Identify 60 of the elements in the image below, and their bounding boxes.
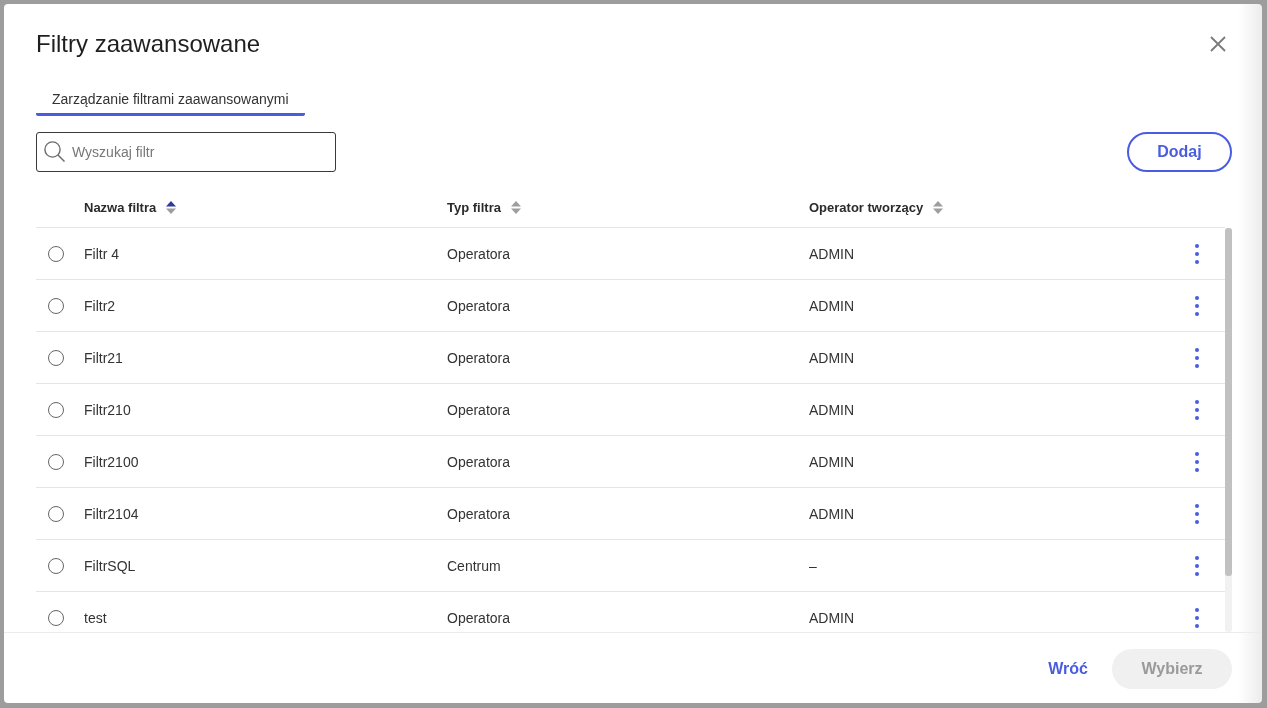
radio-button[interactable] <box>48 401 64 418</box>
table-cell: – <box>809 557 817 574</box>
table-cell: Operatora <box>447 453 511 470</box>
radio-button[interactable] <box>48 609 64 626</box>
table-cell: ADMIN <box>809 453 855 470</box>
table-cell: Filtr 4 <box>84 245 119 262</box>
table-cell: Operatora <box>447 245 511 262</box>
vertical-dots-icon <box>1195 295 1199 316</box>
table-cell: Filtr2104 <box>84 505 139 522</box>
table-cell: ADMIN <box>809 349 855 366</box>
vertical-dots-icon <box>1195 347 1199 368</box>
table-cell: ADMIN <box>809 505 855 522</box>
table-cell: Filtr2 <box>84 297 116 314</box>
table-cell: Filtr21 <box>84 349 123 366</box>
radio-button[interactable] <box>48 349 64 366</box>
table-cell: Operatora <box>447 505 511 522</box>
search-icon <box>44 141 65 162</box>
row-menu-button[interactable] <box>1195 503 1199 524</box>
vertical-dots-icon <box>1195 607 1199 628</box>
column-header: Typ filtra <box>447 200 501 215</box>
close-icon <box>1210 36 1226 52</box>
table-cell: ADMIN <box>809 609 855 626</box>
sort-icon[interactable] <box>166 201 177 214</box>
radio-button[interactable] <box>48 245 64 262</box>
table-cell: Operatora <box>447 349 511 366</box>
table-cell: Centrum <box>447 557 501 574</box>
table-cell: Operatora <box>447 401 511 418</box>
row-menu-button[interactable] <box>1195 295 1199 316</box>
table-cell: test <box>84 609 107 626</box>
radio-button[interactable] <box>48 505 64 522</box>
vertical-dots-icon <box>1195 399 1199 420</box>
close-button[interactable] <box>1210 36 1226 52</box>
table-cell: Operatora <box>447 609 511 626</box>
radio-button[interactable] <box>48 557 64 574</box>
column-header: Nazwa filtra <box>84 200 157 215</box>
back-button[interactable]: Wróć <box>1036 649 1100 689</box>
table-cell: ADMIN <box>809 245 855 262</box>
vertical-dots-icon <box>1195 243 1199 264</box>
column-header: Operator tworzący <box>809 200 924 215</box>
add-button[interactable]: Dodaj <box>1127 132 1232 172</box>
table-cell: ADMIN <box>809 297 855 314</box>
dialog-title: Filtry zaawansowane <box>36 30 261 58</box>
vertical-dots-icon <box>1195 503 1199 524</box>
row-menu-button[interactable] <box>1195 451 1199 472</box>
radio-button[interactable] <box>48 297 64 314</box>
row-menu-button[interactable] <box>1195 555 1199 576</box>
vertical-dots-icon <box>1195 451 1199 472</box>
table-cell: FiltrSQL <box>84 557 136 574</box>
tab[interactable]: Zarządzanie filtrami zaawansowanymi <box>36 84 305 116</box>
vertical-dots-icon <box>1195 555 1199 576</box>
row-menu-button[interactable] <box>1195 347 1199 368</box>
table-cell: Operatora <box>447 297 511 314</box>
row-menu-button[interactable] <box>1195 399 1199 420</box>
table-cell: Filtr210 <box>84 401 131 418</box>
table-cell: Filtr2100 <box>84 453 139 470</box>
row-menu-button[interactable] <box>1195 243 1199 264</box>
table-cell: ADMIN <box>809 401 855 418</box>
row-menu-button[interactable] <box>1195 607 1199 628</box>
search-field[interactable]: Wyszukaj filtr <box>36 132 336 172</box>
radio-button[interactable] <box>48 453 64 470</box>
